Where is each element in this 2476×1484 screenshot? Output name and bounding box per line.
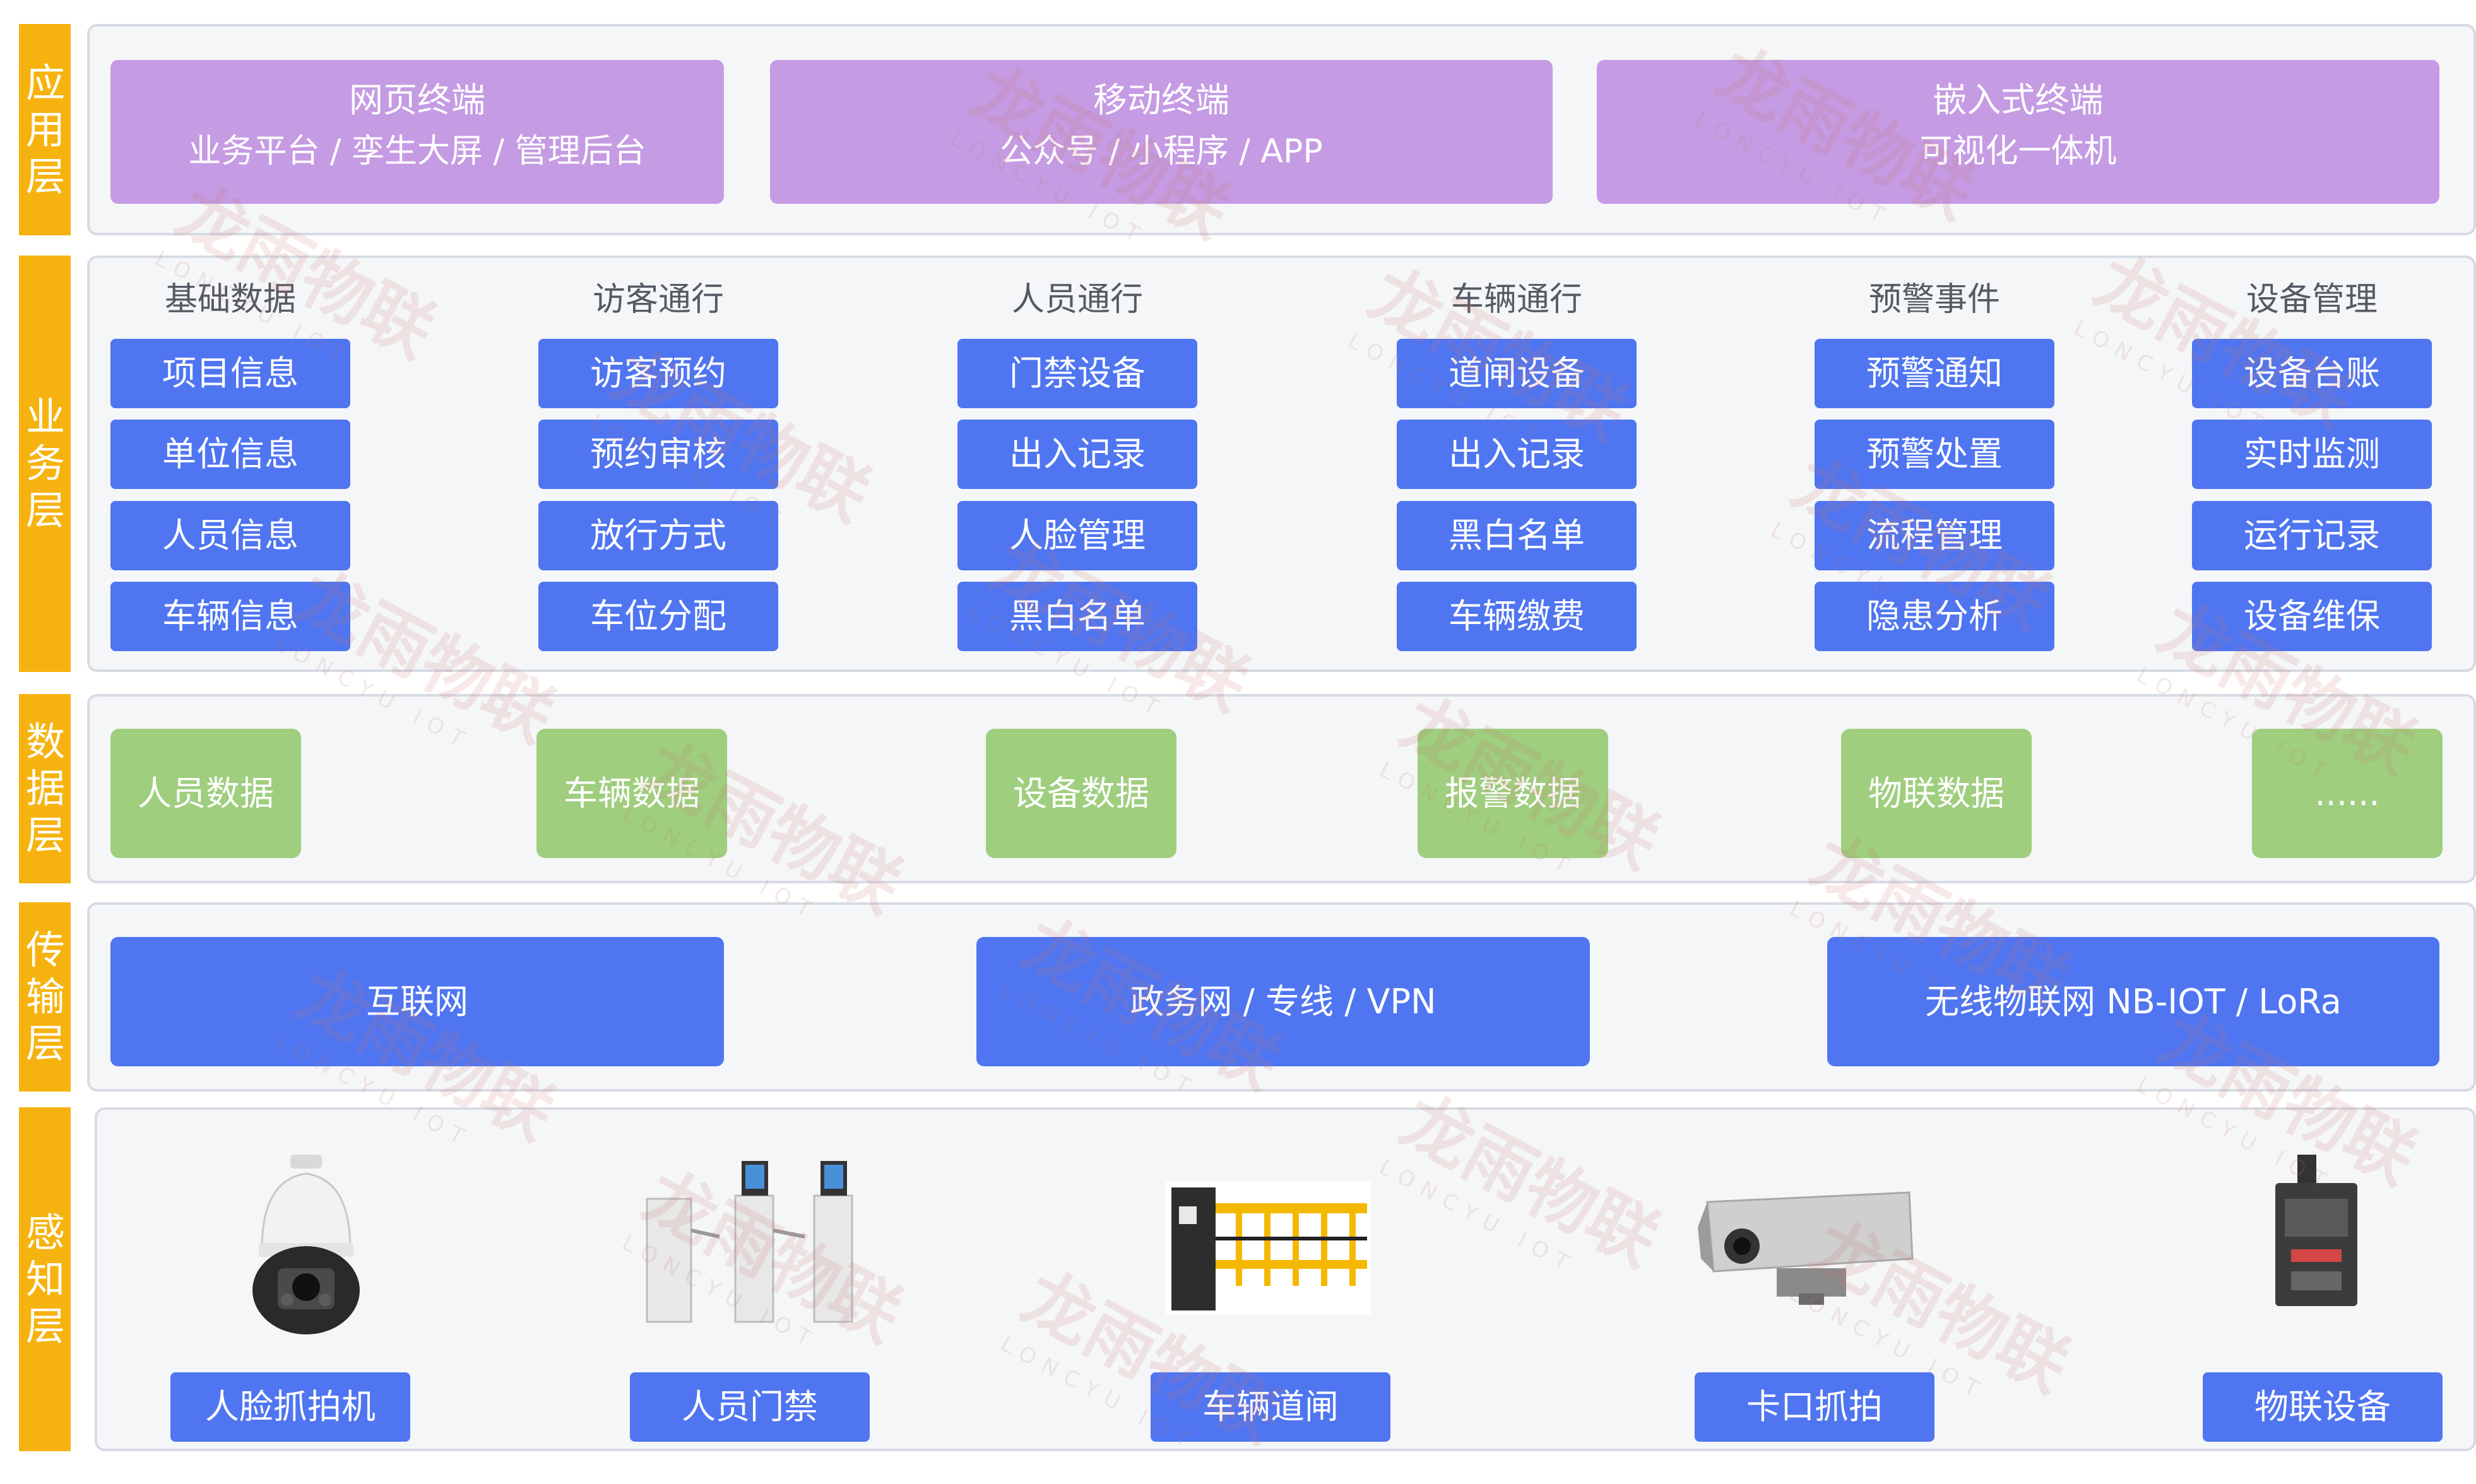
data-more[interactable]: ...... <box>2252 729 2443 858</box>
data-vehicle[interactable]: 车辆数据 <box>536 729 727 858</box>
biz-btn-alert-notice[interactable]: 预警通知 <box>1815 339 2054 408</box>
biz-btn-parking-allocation[interactable]: 车位分配 <box>538 582 778 651</box>
data-alarm[interactable]: 报警数据 <box>1418 729 1608 858</box>
data-person[interactable]: 人员数据 <box>110 729 301 858</box>
biz-btn-vehicle-info[interactable]: 车辆信息 <box>110 582 350 651</box>
biz-btn-barrier-device[interactable]: 道闸设备 <box>1397 339 1637 408</box>
biz-btn-project-info[interactable]: 项目信息 <box>110 339 350 408</box>
app-embedded-terminal[interactable]: 嵌入式终端 可视化一体机 <box>1597 60 2439 204</box>
biz-btn-process-management[interactable]: 流程管理 <box>1815 501 2054 570</box>
app-web-title: 网页终端 <box>349 80 485 120</box>
device-vehicle-barrier[interactable]: 车辆道闸 <box>1151 1372 1390 1442</box>
device-person-access[interactable]: 人员门禁 <box>630 1372 870 1442</box>
business-layer-panel <box>87 256 2476 672</box>
biz-btn-access-device[interactable]: 门禁设备 <box>957 339 1197 408</box>
device-iot[interactable]: 物联设备 <box>2203 1372 2443 1442</box>
biz-btn-face-management[interactable]: 人脸管理 <box>957 501 1197 570</box>
biz-col-head-visitor: 访客通行 <box>592 281 724 319</box>
app-embedded-title: 嵌入式终端 <box>1933 80 2104 120</box>
biz-btn-hazard-analysis[interactable]: 隐患分析 <box>1815 582 2054 651</box>
data-device[interactable]: 设备数据 <box>986 729 1176 858</box>
layer-label-business: 业务层 <box>19 256 71 672</box>
biz-col-head-vehicle-access: 车辆通行 <box>1450 281 1582 319</box>
data-layer-panel <box>87 694 2476 883</box>
data-iot[interactable]: 物联数据 <box>1841 729 2032 858</box>
iot-device-icon <box>2275 1155 2357 1306</box>
app-web-sub: 业务平台 / 孪生大屏 / 管理后台 <box>188 132 646 170</box>
biz-btn-realtime-monitor[interactable]: 实时监测 <box>2192 420 2432 489</box>
layer-label-perception: 感知层 <box>19 1107 71 1451</box>
biz-btn-person-blacklist[interactable]: 黑白名单 <box>957 582 1197 651</box>
app-mobile-title: 移动终端 <box>1093 80 1229 120</box>
biz-btn-device-ledger[interactable]: 设备台账 <box>2192 339 2432 408</box>
biz-btn-visitor-booking[interactable]: 访客预约 <box>538 339 778 408</box>
net-government-vpn[interactable]: 政务网 / 专线 / VPN <box>976 937 1590 1066</box>
app-mobile-sub: 公众号 / 小程序 / APP <box>1000 132 1323 170</box>
biz-btn-alert-handling[interactable]: 预警处置 <box>1815 420 2054 489</box>
net-internet[interactable]: 互联网 <box>110 937 724 1066</box>
net-wireless-iot[interactable]: 无线物联网 NB-IOT / LoRa <box>1827 937 2439 1066</box>
face-capture-camera-icon <box>252 1155 360 1334</box>
biz-btn-vehicle-records[interactable]: 出入记录 <box>1397 420 1637 489</box>
biz-btn-unit-info[interactable]: 单位信息 <box>110 420 350 489</box>
vehicle-barrier-icon <box>1166 1181 1371 1315</box>
biz-btn-device-maintenance[interactable]: 设备维保 <box>2192 582 2432 651</box>
layer-label-app: 应用层 <box>19 24 71 235</box>
biz-col-head-person-access: 人员通行 <box>1011 281 1143 319</box>
biz-btn-release-method[interactable]: 放行方式 <box>538 501 778 570</box>
app-mobile-terminal[interactable]: 移动终端 公众号 / 小程序 / APP <box>770 60 1553 204</box>
device-face-capture[interactable]: 人脸抓拍机 <box>170 1372 410 1442</box>
app-embedded-sub: 可视化一体机 <box>1919 132 2117 170</box>
biz-btn-person-info[interactable]: 人员信息 <box>110 501 350 570</box>
biz-btn-person-records[interactable]: 出入记录 <box>957 420 1197 489</box>
biz-btn-vehicle-payment[interactable]: 车辆缴费 <box>1397 582 1637 651</box>
biz-btn-vehicle-blacklist[interactable]: 黑白名单 <box>1397 501 1637 570</box>
layer-label-data: 数据层 <box>19 694 71 883</box>
device-checkpoint-capture[interactable]: 卡口抓拍 <box>1695 1372 1934 1442</box>
biz-col-head-device: 设备管理 <box>2246 281 2378 319</box>
biz-btn-booking-review[interactable]: 预约审核 <box>538 420 778 489</box>
checkpoint-camera-icon <box>1698 1191 1914 1305</box>
app-web-terminal[interactable]: 网页终端 业务平台 / 孪生大屏 / 管理后台 <box>110 60 724 204</box>
biz-col-head-basic: 基础数据 <box>164 281 296 319</box>
turnstile-gate-icon <box>646 1161 853 1323</box>
biz-btn-run-records[interactable]: 运行记录 <box>2192 501 2432 570</box>
layer-label-transport: 传输层 <box>19 902 71 1092</box>
biz-col-head-alert: 预警事件 <box>1868 281 2000 319</box>
